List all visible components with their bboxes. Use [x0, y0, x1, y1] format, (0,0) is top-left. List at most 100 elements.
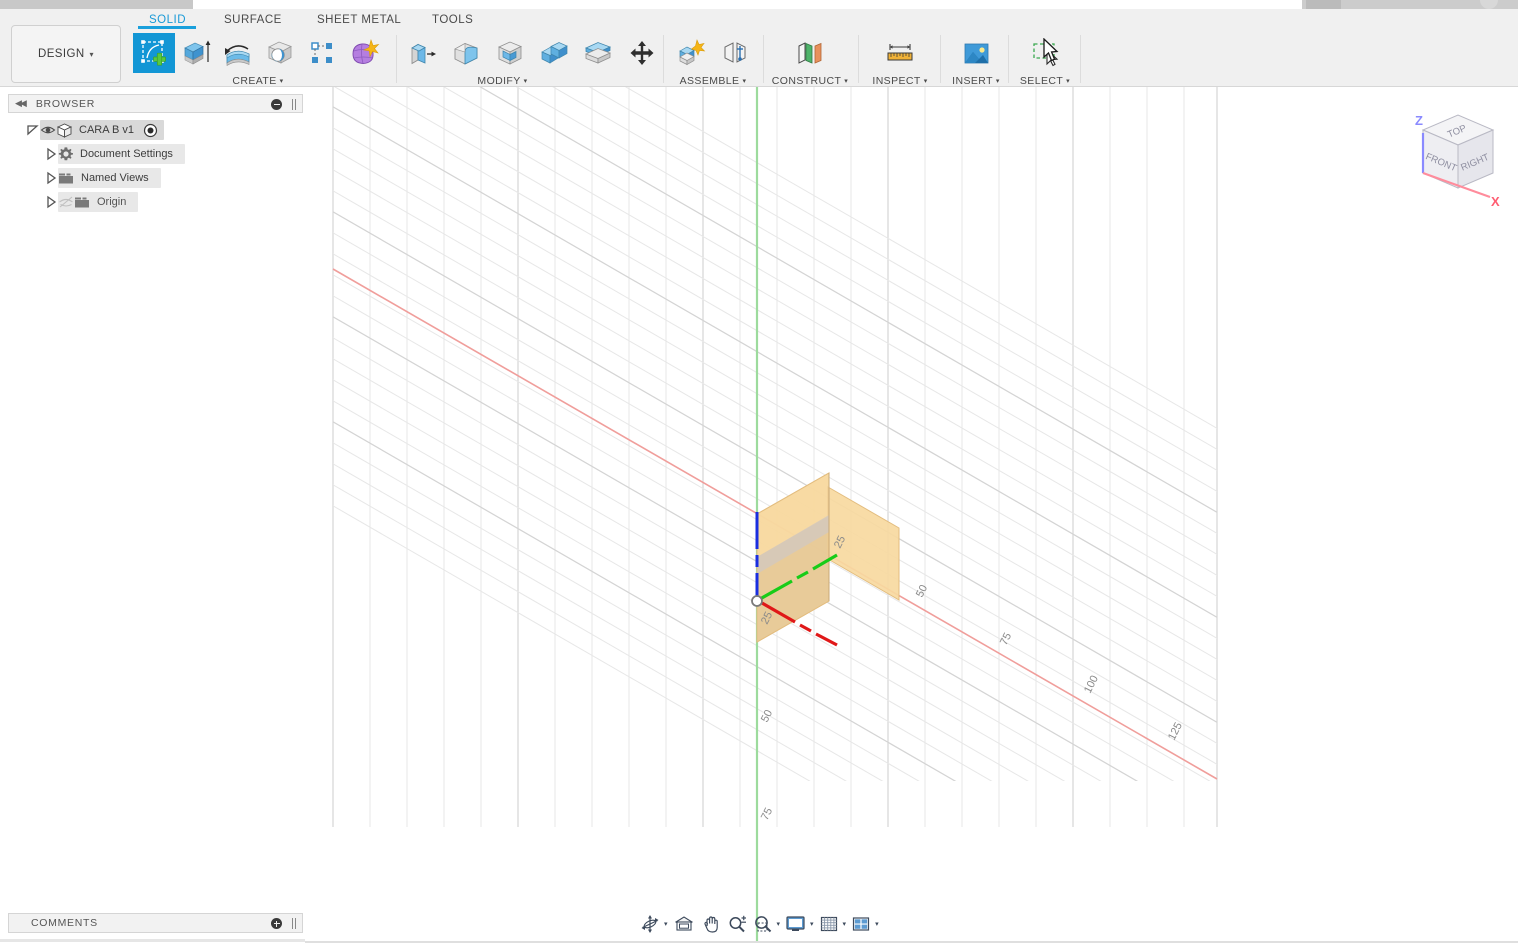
panel-select-title[interactable]: SELECT ▾ — [1012, 75, 1078, 87]
revolve-icon — [225, 45, 250, 67]
ribbon-divider — [1008, 35, 1009, 83]
joint-button[interactable] — [713, 33, 758, 73]
ribbon-tabs: SOLID SURFACE SHEET METAL TOOLS — [0, 9, 1518, 31]
create-sketch-button[interactable] — [133, 33, 175, 73]
form-icon — [352, 39, 380, 64]
expand-triangle-right-icon[interactable] — [44, 171, 58, 185]
tab-surface[interactable]: SURFACE — [224, 14, 282, 26]
move-copy-button[interactable] — [620, 33, 664, 73]
select-window-icon — [1033, 43, 1059, 67]
chevron-down-icon: ▾ — [923, 77, 928, 85]
comments-resize-grip[interactable] — [292, 918, 296, 929]
panel-create-title[interactable]: CREATE ▾ — [133, 75, 383, 87]
viewport-canvas[interactable]: 25 50 75 25 50 75 100 125 TOP FRONT RIGH… — [305, 87, 1518, 943]
panel-construct-title[interactable]: CONSTRUCT ▾ — [768, 75, 852, 87]
offset-plane-icon — [798, 42, 822, 64]
collapse-browser-icon[interactable]: ◀◀ — [15, 98, 27, 109]
offset-face-button[interactable] — [576, 33, 620, 73]
chevron-down-icon[interactable]: ▾ — [777, 920, 781, 928]
plus-circle-icon[interactable] — [271, 918, 282, 929]
sketch-icon — [141, 40, 166, 66]
tree-item-origin-label: Origin — [97, 196, 127, 208]
expand-triangle-right-icon[interactable] — [44, 147, 58, 161]
select-window-button[interactable] — [1023, 33, 1067, 73]
workspace-design-button[interactable]: DESIGN ▾ — [11, 25, 121, 83]
ruler-label-x-125: 125 — [1166, 721, 1185, 743]
view-cube[interactable]: TOP FRONT RIGHT Z X — [1398, 103, 1508, 213]
gear-icon — [58, 146, 74, 162]
measure-ruler-icon — [887, 44, 913, 61]
chevron-down-icon[interactable]: ▾ — [664, 920, 668, 928]
shell-button[interactable] — [488, 33, 532, 73]
measure-button[interactable] — [878, 33, 922, 73]
tree-item-root[interactable]: CARA B v1 — [8, 120, 303, 140]
new-component-icon — [678, 39, 705, 66]
tree-item-origin[interactable]: Origin — [8, 192, 303, 212]
panel-inspect-title[interactable]: INSPECT ▾ — [865, 75, 935, 87]
activate-component-radio-icon[interactable] — [143, 123, 158, 138]
visibility-eye-icon[interactable] — [40, 123, 56, 137]
insert-image-button[interactable] — [954, 33, 998, 73]
ribbon-divider — [663, 35, 664, 83]
tree-item-document-settings-label: Document Settings — [80, 148, 173, 160]
ribbon-divider — [763, 35, 764, 83]
panel-insert: INSERT ▾ — [945, 31, 1007, 87]
ruler-label-z-50: 50 — [759, 708, 775, 724]
look-at-button[interactable] — [670, 911, 698, 937]
view-cube-label-x: X — [1491, 194, 1500, 209]
browser-resize-grip[interactable] — [292, 99, 296, 110]
combine-button[interactable] — [532, 33, 576, 73]
expand-triangle-right-icon[interactable] — [44, 195, 58, 209]
press-pull-icon — [411, 43, 436, 65]
pan-button[interactable] — [698, 911, 724, 937]
origin-point[interactable] — [751, 595, 763, 607]
extrude-button[interactable] — [175, 33, 217, 73]
tree-item-named-views[interactable]: Named Views — [8, 168, 303, 188]
zoom-button[interactable] — [724, 911, 750, 937]
sphere-button[interactable] — [259, 33, 301, 73]
view-cube-svg[interactable]: TOP FRONT RIGHT Z X — [1398, 103, 1508, 213]
revolve-button[interactable] — [217, 33, 259, 73]
panel-inspect: INSPECT ▾ — [865, 31, 935, 87]
workspace-design-label: DESIGN — [38, 48, 85, 60]
zoom-window-button[interactable] — [750, 911, 776, 937]
panel-construct: CONSTRUCT ▾ — [768, 31, 852, 87]
ribbon-toolbar: DESIGN ▾ SOLID SURFACE SHEET METAL TOOLS — [0, 9, 1518, 87]
combine-icon — [541, 42, 568, 64]
grid-snaps-button[interactable] — [816, 911, 842, 937]
tab-sheet-metal[interactable]: SHEET METAL — [317, 14, 401, 26]
expand-triangle-down-icon[interactable] — [26, 123, 40, 137]
shell-icon — [498, 41, 522, 65]
navigation-toolbar: ▾ ▾ ▾ ▾ ▾ — [637, 910, 881, 938]
visibility-eye-off-icon[interactable] — [58, 195, 74, 209]
viewports-button[interactable] — [848, 911, 874, 937]
fillet-button[interactable] — [444, 33, 488, 73]
comments-header[interactable]: COMMENTS — [8, 913, 303, 933]
chevron-down-icon[interactable]: ▾ — [843, 920, 847, 928]
minus-circle-icon[interactable] — [271, 99, 282, 110]
tab-solid[interactable]: SOLID — [149, 14, 186, 26]
tree-item-named-views-label: Named Views — [81, 172, 149, 184]
press-pull-button[interactable] — [400, 33, 444, 73]
panel-assemble-title[interactable]: ASSEMBLE ▾ — [668, 75, 758, 87]
zoom-window-icon — [754, 916, 771, 933]
browser-tree: CARA B v1 Document Settings Named Views … — [8, 120, 303, 216]
panel-modify-title[interactable]: MODIFY ▾ — [400, 75, 605, 87]
orbit-button[interactable] — [637, 911, 663, 937]
panel-insert-title[interactable]: INSERT ▾ — [945, 75, 1007, 87]
tree-item-document-settings[interactable]: Document Settings — [8, 144, 303, 164]
ruler-label-x-100: 100 — [1082, 674, 1101, 696]
top-scrollbar-thumb-left[interactable] — [0, 0, 193, 9]
chevron-down-icon[interactable]: ▾ — [810, 920, 814, 928]
display-settings-button[interactable] — [782, 911, 809, 937]
browser-header: ◀◀ BROWSER — [8, 94, 303, 113]
tab-tools[interactable]: TOOLS — [432, 14, 473, 26]
form-button[interactable] — [343, 33, 385, 73]
chevron-down-icon[interactable]: ▾ — [875, 920, 879, 928]
panel-construct-label: CONSTRUCT — [771, 75, 842, 87]
top-scrollbar-thumb-right[interactable] — [1306, 0, 1341, 9]
new-component-button[interactable] — [668, 33, 713, 73]
pattern-button[interactable] — [301, 33, 343, 73]
offset-plane-button[interactable] — [788, 33, 832, 73]
panel-create: CREATE ▾ — [133, 31, 383, 87]
